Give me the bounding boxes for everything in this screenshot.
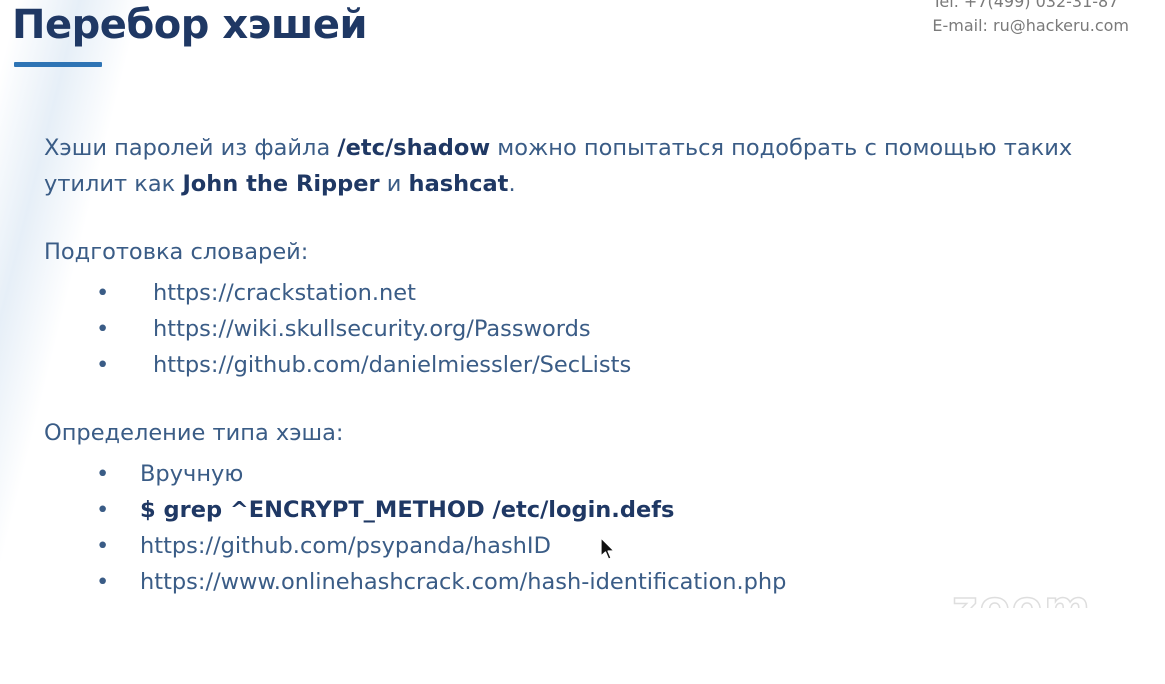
dictionaries-heading: Подготовка словарей: (44, 239, 309, 265)
hash-type-link-hashid[interactable]: https://github.com/psypanda/hashID (140, 528, 551, 564)
slide-title: Перебор хэшей (12, 2, 367, 48)
contact-phone: Tel. +7(499) 032-31-87 (932, 0, 1119, 11)
contact-info: Tel. +7(499) 032-31-87 E-mail: ru@hacker… (932, 0, 1129, 38)
intro-text-4: . (508, 171, 516, 197)
bullet-icon: • (96, 497, 110, 523)
bullet-icon: • (96, 569, 110, 595)
background-decoration (0, 0, 146, 684)
tool-hashcat: hashcat (408, 171, 509, 197)
dictionary-link-crackstation[interactable]: https://crackstation.net (153, 275, 416, 311)
hash-type-link-onlinehashcrack[interactable]: https://www.onlinehashcrack.com/hash-ide… (140, 564, 786, 600)
bullet-icon: • (96, 461, 110, 487)
intro-paragraph: Хэши паролей из файла /etc/shadow можно … (44, 130, 1154, 202)
bullet-icon: • (96, 316, 110, 342)
mouse-cursor-icon (600, 537, 615, 560)
dictionary-link-seclists[interactable]: https://github.com/danielmiessler/SecLis… (153, 347, 631, 383)
zoom-watermark: zoom (952, 586, 1092, 608)
bullet-icon: • (96, 533, 110, 559)
shadow-file-path: /etc/shadow (337, 135, 491, 161)
contact-email: E-mail: ru@hackeru.com (932, 16, 1129, 35)
hash-type-manual: Вручную (140, 461, 244, 487)
grep-command: $ grep ^ENCRYPT_METHOD /etc/login.defs (140, 497, 675, 523)
bullet-icon: • (96, 280, 110, 306)
intro-text-3: и (379, 171, 409, 197)
intro-text-1: Хэши паролей из файла (44, 135, 338, 161)
title-underline (14, 62, 102, 67)
dictionary-link-skullsecurity[interactable]: https://wiki.skullsecurity.org/Passwords (153, 311, 591, 347)
tool-john-the-ripper: John the Ripper (182, 171, 380, 197)
bullet-icon: • (96, 352, 110, 378)
hash-type-heading: Определение типа хэша: (44, 420, 344, 446)
